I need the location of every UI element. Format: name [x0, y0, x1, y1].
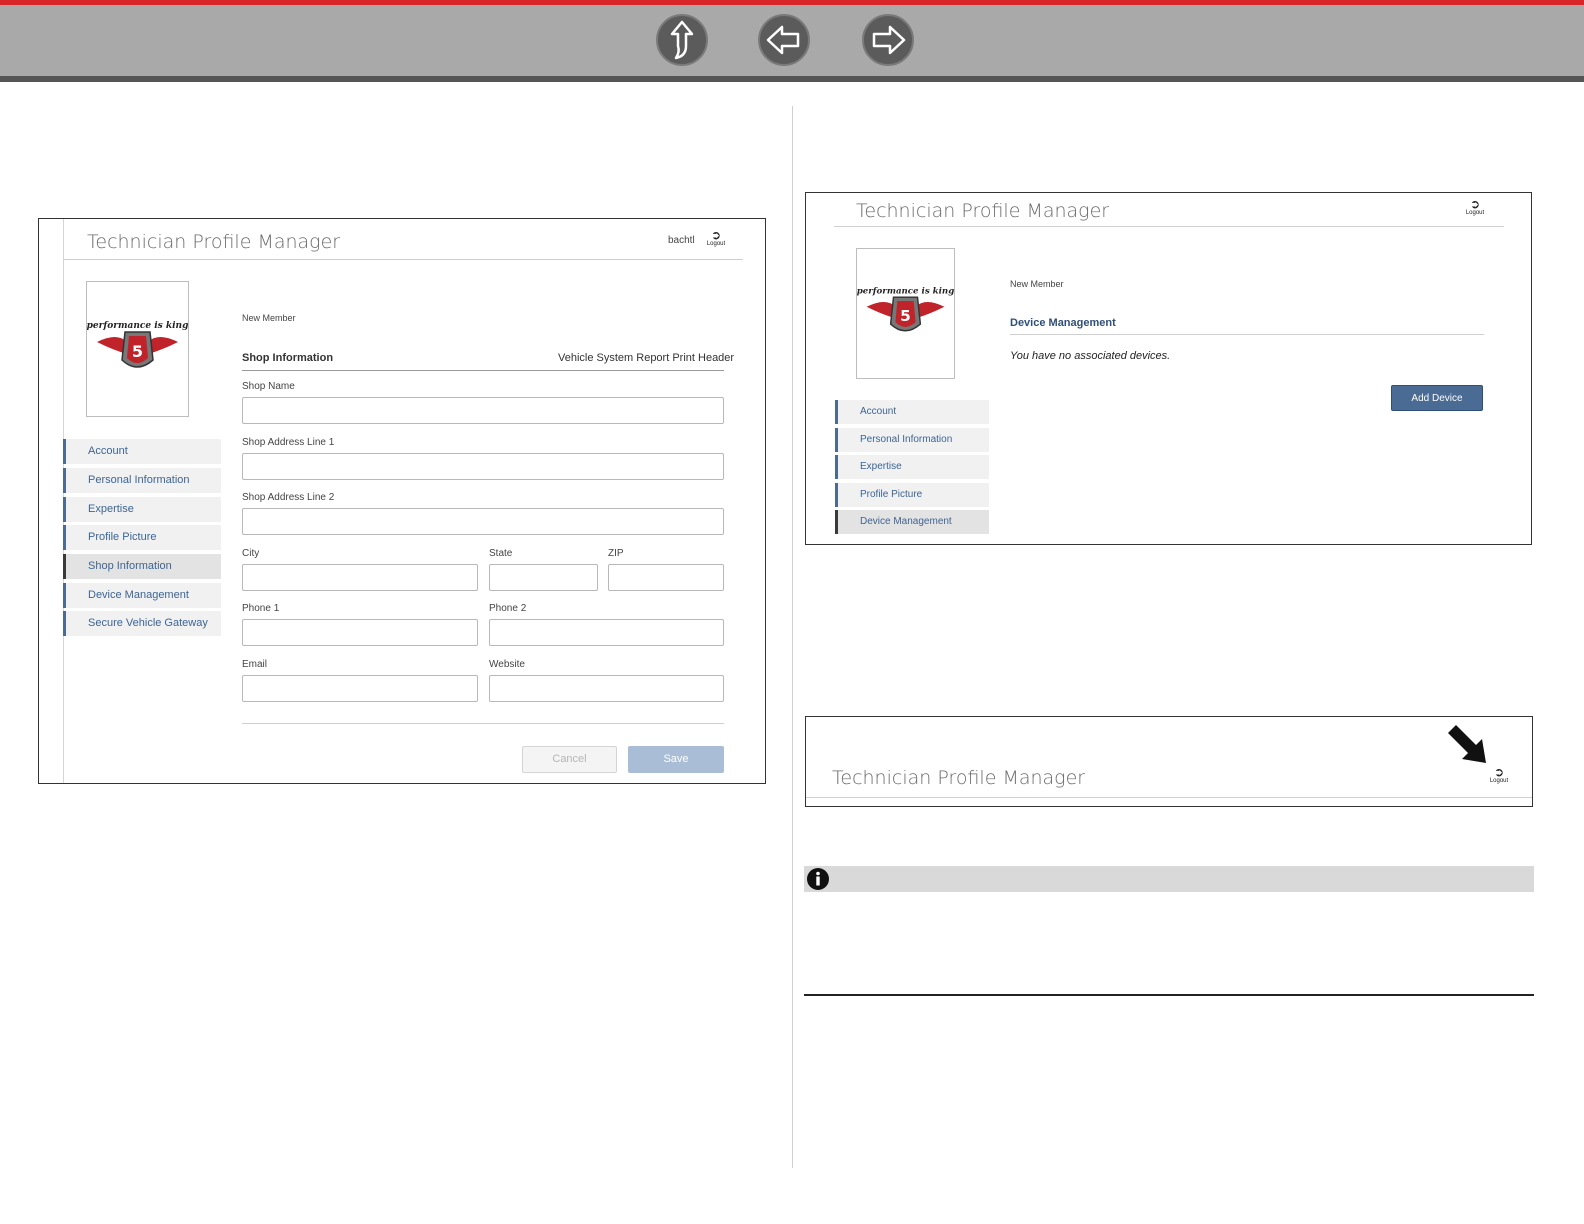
- device-management-screenshot: Technician Profile Manager ➲ Logout 5 pe…: [805, 192, 1532, 545]
- cancel-button[interactable]: Cancel: [522, 746, 617, 773]
- nav-item-profile-picture[interactable]: Profile Picture: [63, 525, 221, 550]
- address1-label: Shop Address Line 1: [242, 437, 335, 448]
- section-divider: [242, 370, 724, 371]
- nav-item-device-management[interactable]: Device Management: [63, 583, 221, 608]
- forward-arrow-icon: [872, 25, 906, 55]
- state-input[interactable]: [489, 564, 598, 591]
- phone2-label: Phone 2: [489, 603, 527, 614]
- save-button[interactable]: Save: [628, 746, 724, 773]
- email-label: Email: [242, 659, 268, 670]
- logout-icon: ➲: [1493, 765, 1505, 779]
- profile-picture: 5 performance is king: [856, 248, 955, 379]
- logout-button[interactable]: ➲ Logout: [1462, 198, 1488, 217]
- shop-information-screenshot: Technician Profile Manager bachtl ➲ Logo…: [38, 218, 766, 784]
- section-end-rule: [804, 994, 1534, 996]
- nav-item-device-management[interactable]: Device Management: [835, 510, 989, 534]
- header-divider: [834, 226, 1504, 227]
- shop-name-label: Shop Name: [242, 381, 295, 392]
- svg-text:5: 5: [900, 307, 911, 325]
- logo-text: performance is king: [857, 286, 954, 296]
- username: bachtl: [668, 235, 695, 246]
- section-title: Shop Information: [242, 352, 334, 364]
- page-title: Technician Profile Manager: [832, 767, 1086, 789]
- nav-item-expertise[interactable]: Expertise: [835, 455, 989, 479]
- logout-icon: ➲: [710, 228, 722, 242]
- column-divider: [792, 106, 793, 1168]
- page-title: Technician Profile Manager: [856, 200, 1110, 222]
- city-label: City: [242, 548, 260, 559]
- website-input[interactable]: [489, 675, 724, 702]
- logout-label: Logout: [1465, 210, 1485, 216]
- section-divider: [1010, 334, 1484, 335]
- logo-text: performance is king: [87, 321, 188, 331]
- nav-item-shop-information[interactable]: Shop Information: [63, 554, 221, 579]
- top-bar-bottom-stripe: [0, 76, 1584, 82]
- nav-item-secure-vehicle-gateway[interactable]: Secure Vehicle Gateway: [63, 611, 221, 636]
- email-input[interactable]: [242, 675, 478, 702]
- address1-input[interactable]: [242, 453, 724, 480]
- header-divider: [63, 259, 743, 260]
- page-title: Technician Profile Manager: [87, 231, 341, 253]
- phone1-label: Phone 1: [242, 603, 280, 614]
- phone2-input[interactable]: [489, 619, 724, 646]
- logout-header-screenshot: Technician Profile Manager ➲ Logout: [805, 716, 1533, 807]
- snapon-logo: 5 performance is king: [87, 321, 188, 368]
- add-device-button[interactable]: Add Device: [1391, 385, 1483, 411]
- header-divider: [806, 797, 1532, 798]
- member-status: New Member: [242, 313, 296, 323]
- back-arrow-icon: [766, 25, 800, 55]
- city-input[interactable]: [242, 564, 478, 591]
- snapon-logo: 5 performance is king: [857, 286, 954, 332]
- forward-button[interactable]: [862, 14, 914, 66]
- home-up-arrow-icon: [670, 20, 694, 60]
- section-title: Device Management: [1010, 317, 1116, 329]
- nav-item-expertise[interactable]: Expertise: [63, 497, 221, 522]
- website-label: Website: [489, 659, 525, 670]
- pointer-arrow-icon: [1448, 725, 1486, 763]
- shop-name-input[interactable]: [242, 397, 724, 424]
- zip-input[interactable]: [608, 564, 724, 591]
- info-note-bar: [804, 866, 1534, 892]
- nav-item-account[interactable]: Account: [835, 400, 989, 424]
- nav-item-personal-information[interactable]: Personal Information: [835, 428, 989, 452]
- no-devices-message: You have no associated devices.: [1010, 350, 1171, 362]
- back-button[interactable]: [758, 14, 810, 66]
- logout-label: Logout: [706, 241, 726, 247]
- state-label: State: [489, 548, 513, 559]
- logout-label: Logout: [1489, 778, 1509, 784]
- nav-item-profile-picture[interactable]: Profile Picture: [835, 483, 989, 507]
- top-navigation-bar: [0, 0, 1584, 82]
- top-accent-stripe: [0, 0, 1584, 5]
- logout-button[interactable]: ➲ Logout: [1486, 766, 1512, 785]
- logout-icon: ➲: [1469, 197, 1481, 211]
- nav-item-personal-information[interactable]: Personal Information: [63, 468, 221, 493]
- form-footer-divider: [242, 723, 724, 724]
- phone1-input[interactable]: [242, 619, 478, 646]
- logout-button[interactable]: ➲ Logout: [703, 229, 729, 248]
- member-status: New Member: [1010, 279, 1064, 289]
- nav-item-account[interactable]: Account: [63, 439, 221, 464]
- home-up-arrow-button[interactable]: [656, 14, 708, 66]
- profile-picture: 5 performance is king: [86, 281, 189, 417]
- address2-label: Shop Address Line 2: [242, 492, 335, 503]
- address2-input[interactable]: [242, 508, 724, 535]
- info-icon: [807, 868, 829, 890]
- vehicle-system-report-link[interactable]: Vehicle System Report Print Header: [558, 352, 734, 364]
- svg-text:5: 5: [132, 342, 143, 361]
- zip-label: ZIP: [608, 548, 624, 559]
